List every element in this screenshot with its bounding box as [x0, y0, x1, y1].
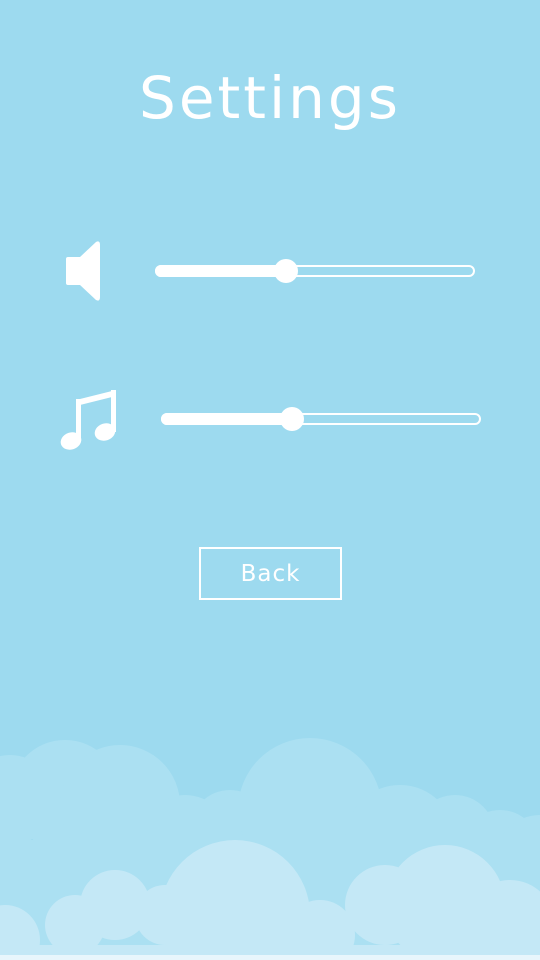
sound-volume-slider[interactable]: [155, 256, 475, 286]
back-button[interactable]: Back: [199, 547, 342, 600]
clouds-decoration: [0, 738, 540, 960]
page-title: Settings: [139, 64, 401, 132]
music-note-icon: [58, 386, 120, 452]
slider-thumb[interactable]: [274, 259, 299, 283]
speaker-icon: [64, 241, 102, 301]
cloud-bottom-edge: [0, 955, 540, 960]
slider-fill: [155, 265, 287, 277]
slider-thumb[interactable]: [280, 407, 305, 431]
music-volume-slider[interactable]: [161, 404, 481, 434]
slider-fill: [161, 413, 293, 425]
